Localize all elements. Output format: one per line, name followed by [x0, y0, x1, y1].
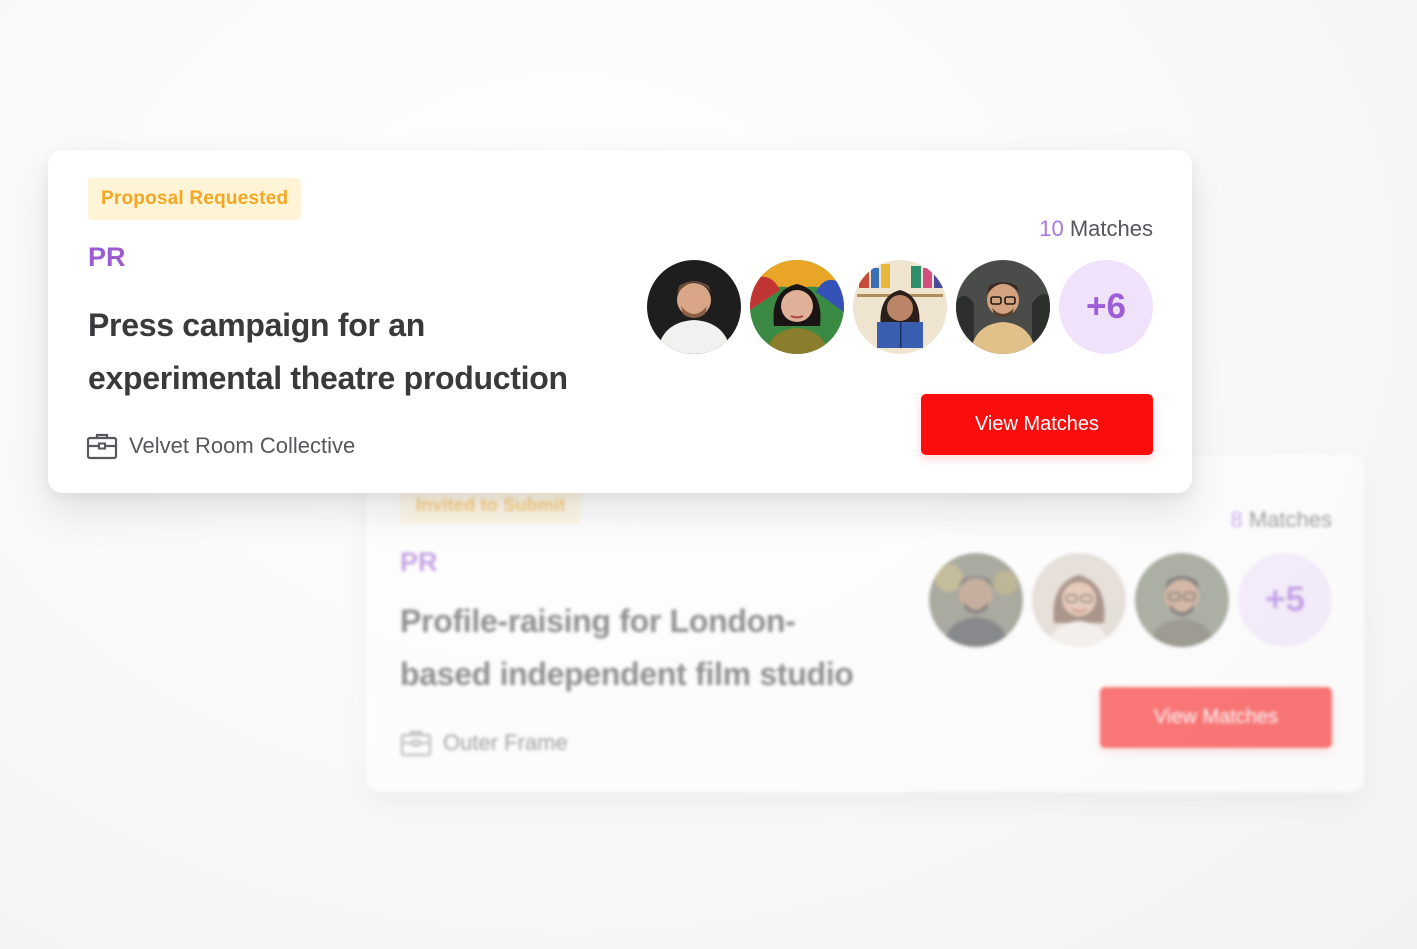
avatar[interactable] [929, 553, 1023, 647]
organization-name: Outer Frame [443, 730, 568, 755]
project-title-line: Press campaign for an [88, 307, 425, 343]
matches-number: 10 [1039, 216, 1064, 241]
view-matches-button[interactable]: View Matches [1100, 687, 1332, 748]
avatar-woman-glasses-smiling-icon [1032, 553, 1126, 647]
avatar-man-beard-icon [929, 553, 1023, 647]
more-matches-bubble[interactable]: +6 [1059, 260, 1153, 354]
project-title-line: Profile-raising for London- [400, 603, 796, 639]
status-badge: Proposal Requested [88, 178, 302, 220]
avatar[interactable] [956, 260, 1050, 354]
match-avatars: +6 [647, 260, 1153, 354]
view-matches-button[interactable]: View Matches [921, 394, 1153, 455]
avatar-woman-reading-book-icon [853, 260, 947, 354]
avatar-woman-colorful-background-icon [750, 260, 844, 354]
stage: Invited to Submit PR Profile-raising for… [0, 0, 1417, 949]
avatar-man-white-shirt-icon [647, 260, 741, 354]
project-card-primary[interactable]: Proposal Requested PR Press campaign for… [48, 150, 1192, 493]
more-matches-bubble[interactable]: +5 [1238, 553, 1332, 647]
matches-label: Matches [1242, 507, 1332, 532]
project-title-line: experimental theatre production [88, 360, 568, 396]
avatar-man-glasses-beard-icon [1135, 553, 1229, 647]
avatar[interactable] [750, 260, 844, 354]
organization: Outer Frame [400, 729, 568, 757]
project-category: PR [400, 547, 438, 577]
matches-count: 10 Matches [1039, 216, 1153, 242]
matches-label: Matches [1063, 216, 1153, 241]
organization: Velvet Room Collective [86, 432, 355, 460]
project-card-secondary[interactable]: Invited to Submit PR Profile-raising for… [366, 455, 1364, 792]
project-category: PR [88, 242, 126, 272]
avatar[interactable] [647, 260, 741, 354]
avatar[interactable] [853, 260, 947, 354]
match-avatars: +5 [929, 553, 1332, 647]
avatar[interactable] [1135, 553, 1229, 647]
avatar-man-glasses-icon [956, 260, 1050, 354]
organization-name: Velvet Room Collective [129, 433, 356, 458]
matches-number: 8 [1230, 507, 1243, 532]
project-title-line: based independent film studio [400, 656, 854, 692]
briefcase-icon [86, 432, 118, 460]
avatar[interactable] [1032, 553, 1126, 647]
matches-count: 8 Matches [1230, 507, 1332, 533]
project-title: Press campaign for an experimental theat… [88, 299, 568, 405]
project-title: Profile-raising for London- based indepe… [400, 595, 854, 701]
briefcase-icon [400, 729, 432, 757]
